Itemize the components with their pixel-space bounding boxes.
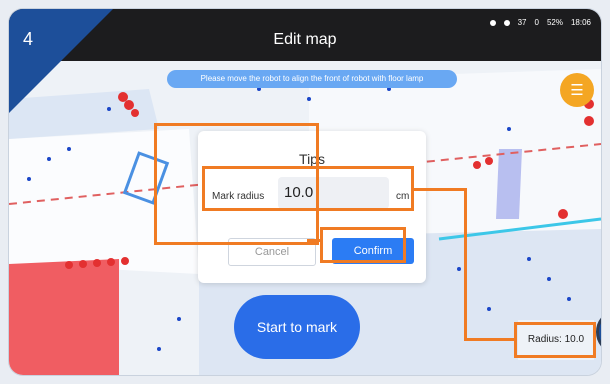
hint-banner: Please move the robot to align the front… — [167, 70, 457, 88]
book-icon[interactable]: ☰ — [560, 73, 594, 107]
annotation-box-confirm — [320, 227, 406, 263]
start-to-mark-button[interactable]: Start to mark — [234, 295, 360, 359]
step-corner-badge — [9, 9, 113, 113]
network-speed: 37 — [517, 18, 527, 27]
annotation-connector — [464, 188, 467, 341]
battery-level: 52% — [546, 18, 563, 27]
clock: 18:06 — [570, 18, 591, 27]
annotation-connector — [414, 188, 466, 191]
screen-frame: Edit map 37 0 52% 18:06 4 Please move th… — [9, 9, 601, 375]
wifi-speed: 0 — [534, 18, 539, 27]
location-icon — [503, 19, 510, 26]
notification-icon — [489, 19, 496, 26]
step-number: 4 — [23, 29, 34, 49]
status-bar: 37 0 52% 18:06 — [489, 18, 591, 27]
annotation-connector — [464, 338, 516, 341]
annotation-box-field — [202, 166, 414, 211]
annotation-box-radius — [514, 322, 596, 358]
annotation-connector — [307, 239, 322, 242]
